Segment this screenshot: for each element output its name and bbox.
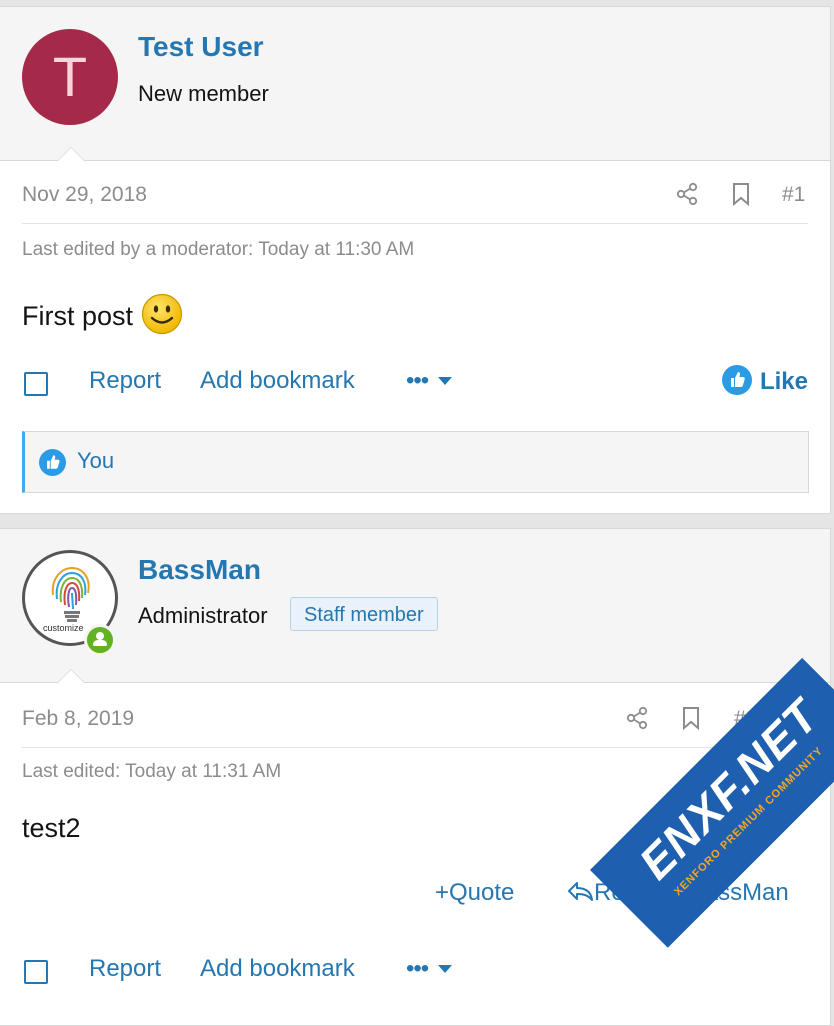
quote-link[interactable]: +Quote	[435, 879, 514, 907]
report-link[interactable]: Report	[89, 955, 161, 983]
post-2: customize BassMan Administrator Staff me…	[0, 528, 831, 1026]
post-actions: Report Add bookmark ••• Like	[22, 365, 808, 407]
like-label: Like	[759, 368, 808, 395]
post-actions: Report Add bookmark •••	[22, 955, 808, 995]
header-pointer	[57, 147, 85, 161]
post-number[interactable]: #2	[734, 707, 757, 731]
message-text: First post	[22, 301, 134, 331]
reply-label: Reply to BassMan	[594, 879, 789, 906]
add-bookmark-link[interactable]: Add bookmark	[200, 367, 355, 395]
post-1: T Test User New member Nov 29, 2018 #1 L…	[0, 6, 831, 514]
quote-actions: +Quote Reply to BassMan	[0, 879, 808, 919]
select-checkbox[interactable]	[24, 960, 48, 984]
reply-link[interactable]: Reply to BassMan	[566, 879, 789, 907]
share-icon[interactable]	[674, 181, 700, 207]
reactions-bar[interactable]: You	[22, 431, 809, 493]
share-icon[interactable]	[624, 705, 650, 731]
username[interactable]: BassMan	[138, 554, 261, 586]
user-title: New member	[138, 81, 269, 106]
more-options-button[interactable]: •••	[406, 955, 452, 983]
reaction-user-link[interactable]: You	[77, 448, 114, 474]
message-body: First post	[22, 293, 183, 335]
post-date[interactable]: Nov 29, 2018	[22, 183, 147, 207]
post-number[interactable]: #1	[782, 183, 805, 207]
smile-icon	[141, 293, 183, 335]
add-bookmark-link[interactable]: Add bookmark	[200, 955, 355, 983]
message-body: test2	[22, 813, 81, 844]
avatar-caption: customize	[43, 623, 84, 633]
post-user-header: T Test User New member	[0, 7, 830, 161]
post-date[interactable]: Feb 8, 2019	[22, 707, 134, 731]
report-link[interactable]: Report	[89, 367, 161, 395]
post-meta: Nov 29, 2018 #1	[22, 181, 808, 224]
edited-notice: Last edited by a moderator: Today at 11:…	[22, 239, 415, 260]
thumbs-up-icon	[39, 449, 66, 476]
thumbs-up-icon	[721, 365, 752, 395]
select-checkbox[interactable]	[24, 372, 48, 396]
quote-label: Quote	[449, 879, 515, 906]
edited-notice: Last edited: Today at 11:31 AM	[22, 761, 282, 782]
post-meta: Feb 8, 2019 #2	[22, 705, 808, 748]
username[interactable]: Test User	[138, 31, 264, 63]
user-title: Administrator	[138, 603, 268, 628]
post-user-header: customize BassMan Administrator Staff me…	[0, 529, 830, 683]
staff-badge: Staff member	[290, 597, 438, 631]
more-dots: •••	[406, 367, 429, 394]
more-dots: •••	[406, 955, 429, 982]
plus-icon: +	[435, 879, 450, 906]
bookmark-icon[interactable]	[728, 181, 754, 207]
avatar[interactable]: T	[22, 29, 118, 125]
bookmark-icon[interactable]	[678, 705, 704, 731]
online-status-icon	[84, 624, 116, 656]
header-pointer	[57, 669, 85, 683]
caret-down-icon	[437, 965, 452, 973]
message-text: test2	[22, 813, 81, 843]
caret-down-icon	[437, 377, 452, 385]
like-button[interactable]: Like	[721, 365, 808, 396]
arrow-up-icon[interactable]	[786, 705, 812, 731]
more-options-button[interactable]: •••	[406, 367, 452, 395]
reply-icon	[568, 882, 593, 901]
